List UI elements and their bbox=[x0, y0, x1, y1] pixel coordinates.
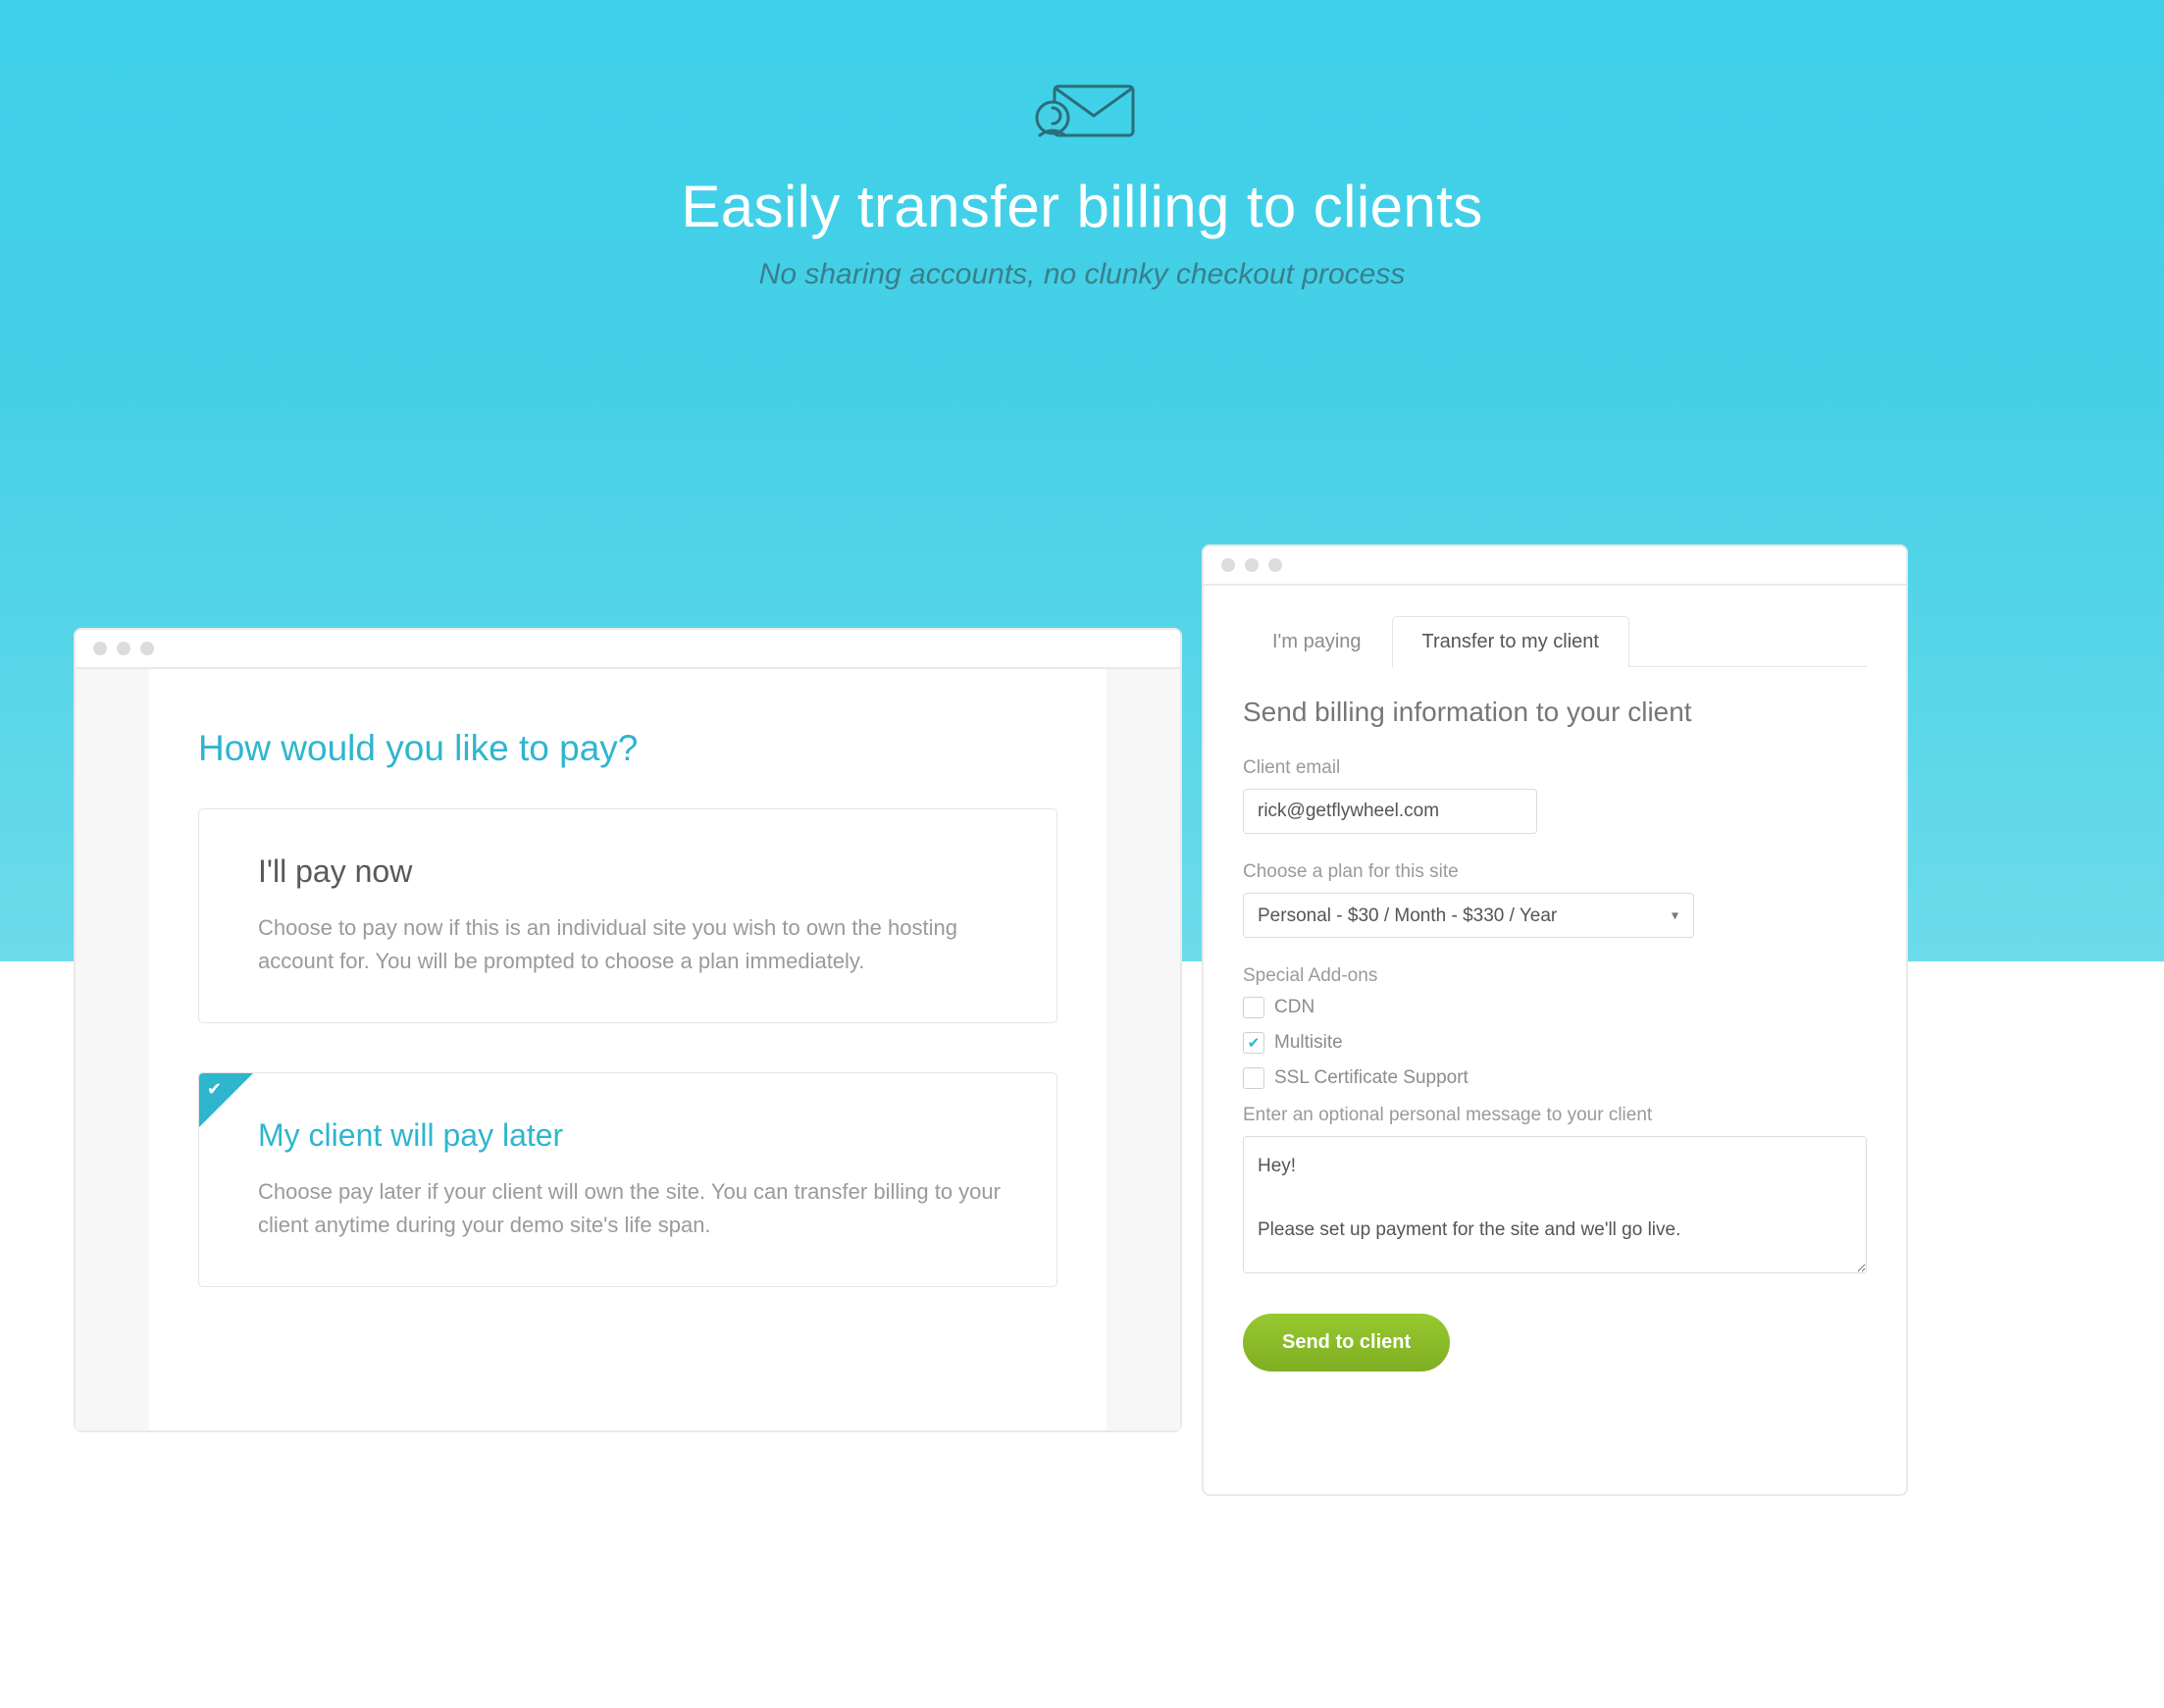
form-title: Send billing information to your client bbox=[1243, 697, 1867, 728]
client-message-textarea[interactable] bbox=[1243, 1136, 1867, 1273]
window-dot bbox=[1221, 558, 1235, 572]
plan-label: Choose a plan for this site bbox=[1243, 861, 1867, 883]
client-email-label: Client email bbox=[1243, 757, 1867, 779]
hero-title: Easily transfer billing to clients bbox=[0, 173, 2164, 240]
addon-multisite[interactable]: Multisite bbox=[1243, 1032, 1867, 1054]
tab-transfer-to-client[interactable]: Transfer to my client bbox=[1392, 616, 1629, 667]
window-dot bbox=[117, 642, 130, 655]
addon-label: Multisite bbox=[1274, 1032, 1343, 1054]
checkbox[interactable] bbox=[1243, 1032, 1264, 1054]
window-dot bbox=[1268, 558, 1282, 572]
checkbox[interactable] bbox=[1243, 997, 1264, 1018]
transfer-billing-window: I'm paying Transfer to my client Send bi… bbox=[1202, 544, 1908, 1496]
addons-label: Special Add-ons bbox=[1243, 965, 1867, 987]
payment-choice-window: How would you like to pay? I'll pay now … bbox=[74, 628, 1182, 1432]
transfer-mail-icon bbox=[1023, 78, 1141, 147]
option-title: My client will pay later bbox=[258, 1117, 1007, 1154]
option-desc: Choose to pay now if this is an individu… bbox=[258, 911, 1007, 978]
window-dot bbox=[1245, 558, 1259, 572]
plan-select[interactable]: Personal - $30 / Month - $330 / Year bbox=[1243, 893, 1694, 938]
hero-subtitle: No sharing accounts, no clunky checkout … bbox=[0, 258, 2164, 291]
message-label: Enter an optional personal message to yo… bbox=[1243, 1105, 1867, 1126]
window-titlebar bbox=[76, 630, 1180, 669]
send-to-client-button[interactable]: Send to client bbox=[1243, 1314, 1450, 1372]
addon-cdn[interactable]: CDN bbox=[1243, 997, 1867, 1018]
client-pay-later-option[interactable]: ✔ My client will pay later Choose pay la… bbox=[198, 1072, 1057, 1287]
billing-tabs: I'm paying Transfer to my client bbox=[1242, 615, 1867, 667]
client-email-input[interactable] bbox=[1243, 789, 1537, 834]
addon-ssl[interactable]: SSL Certificate Support bbox=[1243, 1067, 1867, 1089]
option-title: I'll pay now bbox=[258, 854, 1007, 890]
window-dot bbox=[93, 642, 107, 655]
window-titlebar bbox=[1204, 546, 1906, 586]
pay-now-option[interactable]: I'll pay now Choose to pay now if this i… bbox=[198, 808, 1057, 1023]
window-dot bbox=[140, 642, 154, 655]
payment-question: How would you like to pay? bbox=[198, 728, 1057, 769]
addon-label: SSL Certificate Support bbox=[1274, 1067, 1468, 1089]
option-desc: Choose pay later if your client will own… bbox=[258, 1175, 1007, 1242]
checkbox[interactable] bbox=[1243, 1067, 1264, 1089]
check-icon: ✔ bbox=[207, 1079, 222, 1100]
tab-im-paying[interactable]: I'm paying bbox=[1242, 616, 1392, 667]
addon-label: CDN bbox=[1274, 997, 1314, 1018]
